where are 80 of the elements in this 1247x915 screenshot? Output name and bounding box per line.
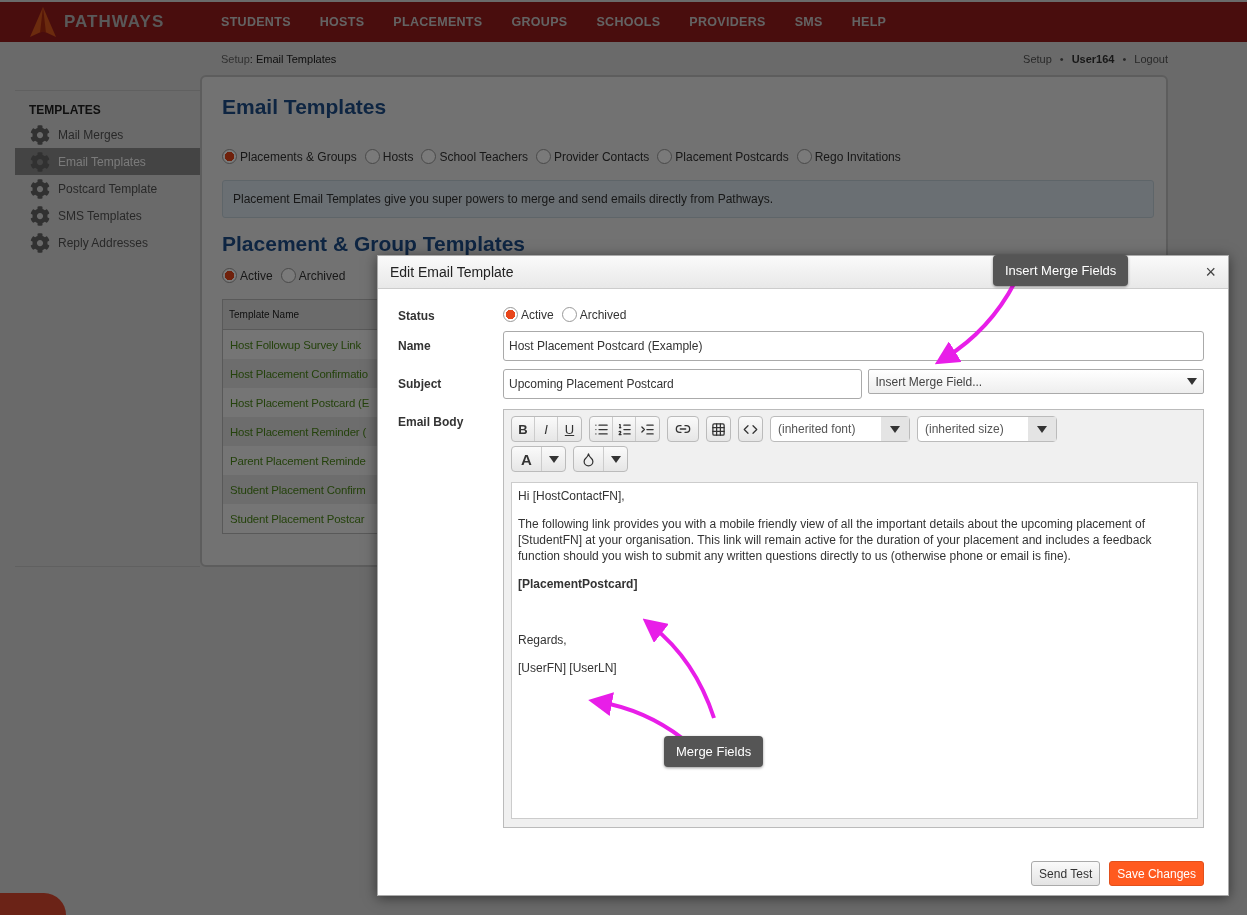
logo-text: PATHWAYS bbox=[64, 12, 165, 32]
user-name: User164 bbox=[1071, 52, 1115, 65]
sidebar-item[interactable]: Mail Merges bbox=[15, 121, 200, 148]
sidebar-heading: TEMPLATES bbox=[28, 103, 102, 117]
radio-option[interactable]: Placement Postcards bbox=[657, 149, 789, 164]
numbered-list-icon bbox=[616, 421, 632, 437]
nav-link[interactable]: SMS bbox=[794, 15, 823, 29]
radio-option[interactable]: Active bbox=[503, 307, 554, 322]
nav-link[interactable]: PROVIDERS bbox=[689, 15, 766, 29]
setup-link[interactable]: Setup bbox=[1023, 52, 1052, 65]
radio-icon bbox=[222, 268, 237, 283]
close-button[interactable]: × bbox=[1205, 261, 1216, 283]
body-paragraph: [PlacementPostcard] bbox=[518, 576, 639, 592]
caret-icon bbox=[1187, 378, 1197, 385]
body-paragraph: Regards, bbox=[518, 632, 568, 648]
section-title: Placement & Group Templates bbox=[222, 232, 527, 256]
format-button[interactable]: B bbox=[512, 417, 535, 441]
gear-icon bbox=[30, 205, 50, 226]
radio-icon bbox=[503, 307, 518, 322]
merge-field-select[interactable]: Insert Merge Field... bbox=[868, 369, 1204, 394]
radio-option[interactable]: School Teachers bbox=[421, 149, 528, 164]
info-banner: Placement Email Templates give you super powers to merge and send emails directly from Pathways. bbox=[222, 180, 1154, 218]
body-paragraph: The following link provides you with a mobile friendly view of all the important details about the upcoming placement of [StudentFN] at your organisation. This link will remain active for the duration of your placement and includes a feedback function should you wish to submit any written questions directly to us (otherwise phone or email is fine). bbox=[518, 516, 1153, 564]
radio-icon bbox=[657, 149, 673, 164]
radio-option[interactable]: Archived bbox=[280, 268, 346, 283]
nav-link[interactable]: PLACEMENTS bbox=[393, 15, 483, 29]
sidebar-item[interactable]: Postcard Template bbox=[15, 175, 200, 202]
radio-icon bbox=[421, 149, 437, 164]
field-label: Email Body bbox=[398, 414, 465, 429]
radio-option[interactable]: Placements & Groups bbox=[222, 149, 357, 164]
table-icon bbox=[711, 421, 726, 437]
name-field[interactable]: Host Placement Postcard (Example) bbox=[503, 331, 1204, 361]
nav-link[interactable]: HOSTS bbox=[319, 15, 365, 29]
sidebar-item[interactable]: Reply Addresses bbox=[15, 229, 200, 256]
caret-icon bbox=[1037, 425, 1047, 433]
nav-link[interactable]: SCHOOLS bbox=[596, 15, 661, 29]
gear-icon bbox=[30, 232, 50, 253]
field-label: Subject bbox=[398, 376, 443, 391]
gear-icon bbox=[30, 124, 50, 145]
font-select[interactable]: (inherited font) bbox=[770, 416, 910, 442]
caret-icon bbox=[610, 455, 621, 463]
radio-option[interactable]: Provider Contacts bbox=[535, 149, 650, 164]
format-button[interactable]: I bbox=[535, 417, 558, 441]
separator-dot: • bbox=[1059, 52, 1064, 65]
droplet-icon bbox=[581, 451, 596, 467]
radio-option[interactable]: Rego Invitations bbox=[796, 149, 901, 164]
logo-icon bbox=[30, 7, 56, 37]
dialog-title: Edit Email Template bbox=[390, 264, 514, 280]
bullet-list-icon bbox=[593, 421, 609, 437]
radio-option[interactable]: Active bbox=[222, 268, 273, 283]
radio-option[interactable]: Hosts bbox=[364, 149, 414, 164]
indent-icon bbox=[640, 421, 655, 437]
radio-icon bbox=[222, 149, 237, 164]
size-select[interactable]: (inherited size) bbox=[917, 416, 1057, 442]
send-test-button[interactable]: Send Test bbox=[1031, 861, 1101, 886]
field-label: Status bbox=[398, 308, 436, 323]
field-label: Name bbox=[398, 338, 432, 353]
radio-icon bbox=[535, 149, 551, 164]
sidebar-item[interactable]: SMS Templates bbox=[15, 202, 200, 229]
nav-link[interactable]: STUDENTS bbox=[221, 15, 291, 29]
caret-icon bbox=[548, 455, 559, 463]
radio-icon bbox=[561, 307, 577, 322]
page-title: Email Templates bbox=[222, 95, 388, 119]
body-paragraph: [UserFN] [UserLN] bbox=[518, 660, 618, 676]
body-paragraph: Hi [HostContactFN], bbox=[518, 488, 626, 504]
nav-link[interactable]: GROUPS bbox=[511, 15, 568, 29]
annotation-callout: Insert Merge Fields bbox=[993, 255, 1129, 286]
format-button[interactable]: U bbox=[558, 417, 581, 441]
nav-link[interactable]: HELP bbox=[851, 15, 887, 29]
gear-icon bbox=[30, 178, 50, 199]
radio-icon bbox=[796, 149, 812, 164]
separator-dot: • bbox=[1122, 52, 1127, 65]
radio-icon bbox=[364, 149, 380, 164]
annotation-callout: Merge Fields bbox=[664, 736, 764, 767]
subject-field[interactable]: Upcoming Placement Postcard bbox=[503, 369, 863, 399]
logout-link[interactable]: Logout bbox=[1134, 52, 1168, 65]
caret-icon bbox=[890, 425, 900, 433]
save-button[interactable]: Save Changes bbox=[1109, 861, 1204, 886]
editor-content[interactable] bbox=[511, 482, 1198, 819]
radio-icon bbox=[280, 268, 296, 283]
